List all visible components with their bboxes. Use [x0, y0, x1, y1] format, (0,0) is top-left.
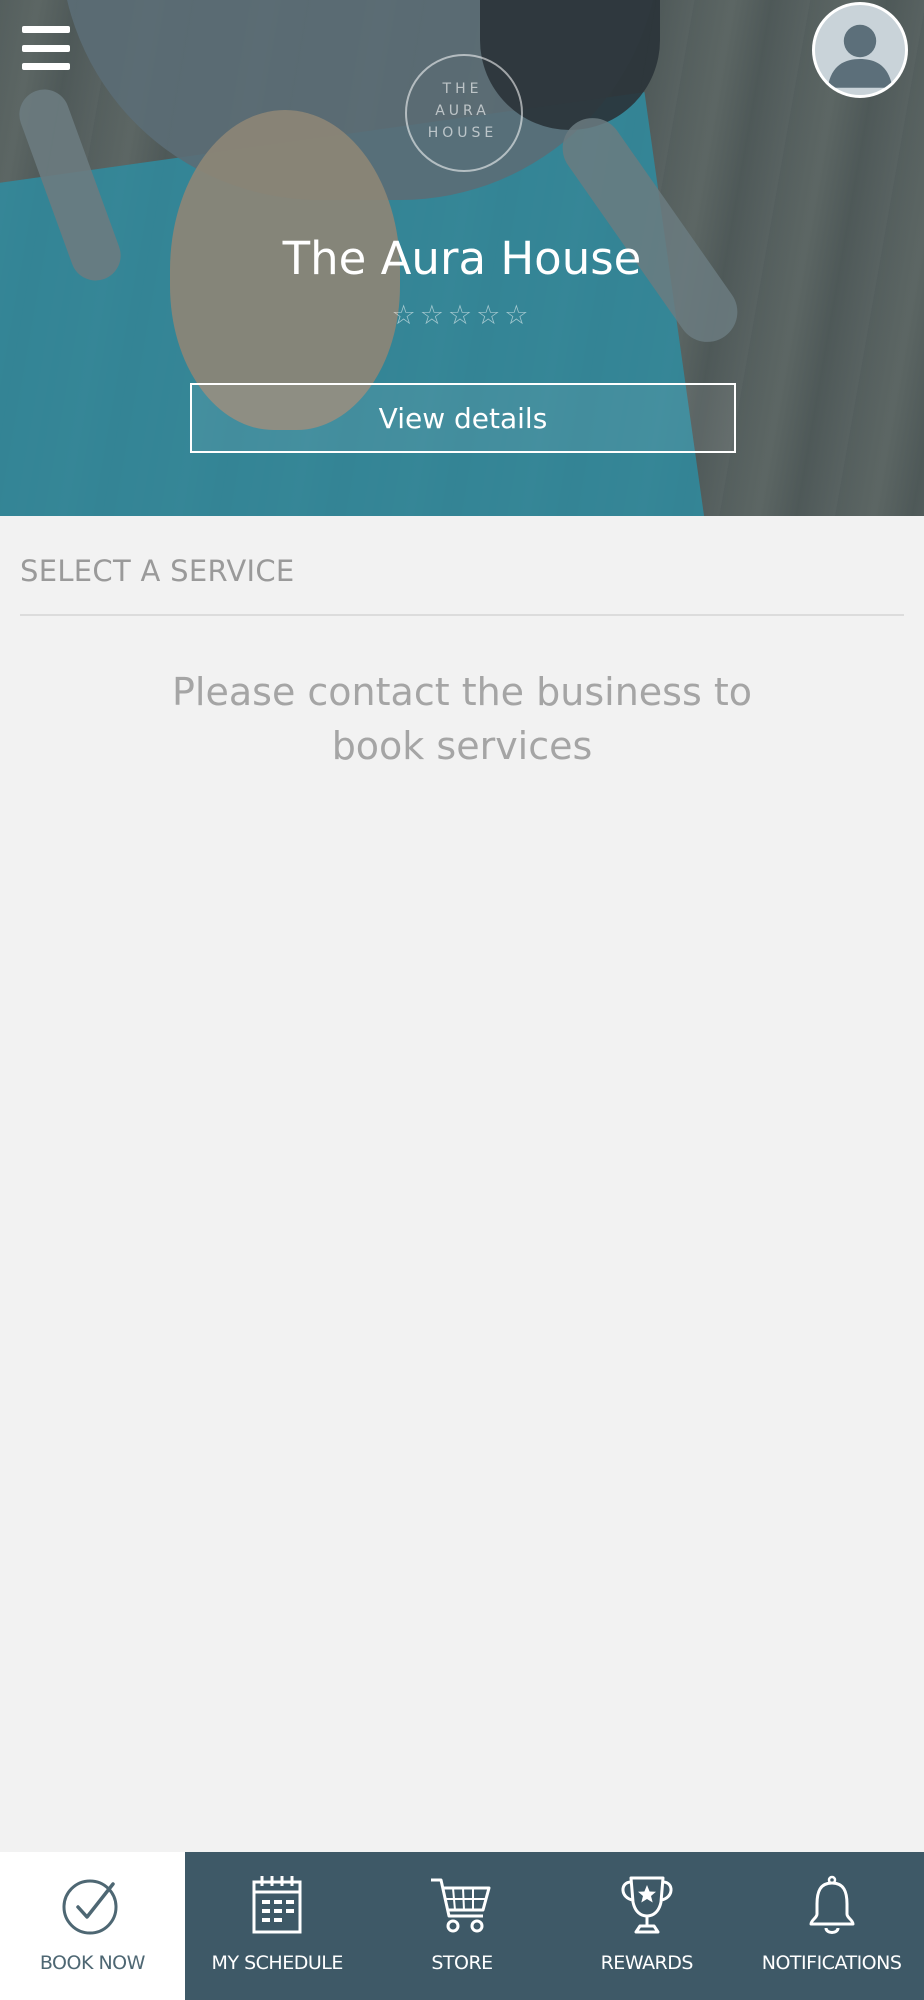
nav-item-my-schedule[interactable]: MY SCHEDULE [185, 1852, 370, 2000]
check-circle-icon [57, 1872, 127, 1938]
hamburger-menu-icon[interactable] [22, 26, 70, 70]
nav-item-book-now[interactable]: BOOK NOW [0, 1852, 185, 2000]
logo-line: HOUSE [427, 125, 498, 141]
logo-line: THE [442, 81, 483, 97]
shopping-cart-icon [427, 1872, 497, 1938]
bell-icon [797, 1872, 867, 1938]
hero-banner: THE AURA HOUSE The Aura House ☆☆☆☆☆ View… [0, 0, 924, 516]
nav-item-rewards[interactable]: REWARDS [554, 1852, 739, 2000]
nav-label: REWARDS [600, 1952, 694, 1974]
nav-label: MY SCHEDULE [211, 1952, 344, 1974]
section-divider [20, 614, 904, 616]
bottom-navigation: BOOK NOW MY SCHEDULE STORE REWARDS NOTIF… [0, 1852, 924, 2000]
nav-label: NOTIFICATIONS [761, 1952, 902, 1974]
business-name: The Aura House [282, 232, 642, 285]
rating-stars: ☆☆☆☆☆ [391, 300, 533, 331]
calendar-icon [242, 1872, 312, 1938]
view-details-button[interactable]: View details [190, 383, 736, 453]
section-title: SELECT A SERVICE [20, 554, 295, 588]
logo-line: AURA [435, 103, 490, 119]
user-avatar-icon[interactable] [812, 2, 908, 98]
nav-item-store[interactable]: STORE [370, 1852, 555, 2000]
nav-item-notifications[interactable]: NOTIFICATIONS [739, 1852, 924, 2000]
trophy-icon [612, 1872, 682, 1938]
nav-label: STORE [431, 1952, 493, 1974]
business-logo: THE AURA HOUSE [395, 50, 530, 172]
nav-label: BOOK NOW [39, 1952, 146, 1974]
contact-message: Please contact the business to book serv… [172, 670, 752, 768]
